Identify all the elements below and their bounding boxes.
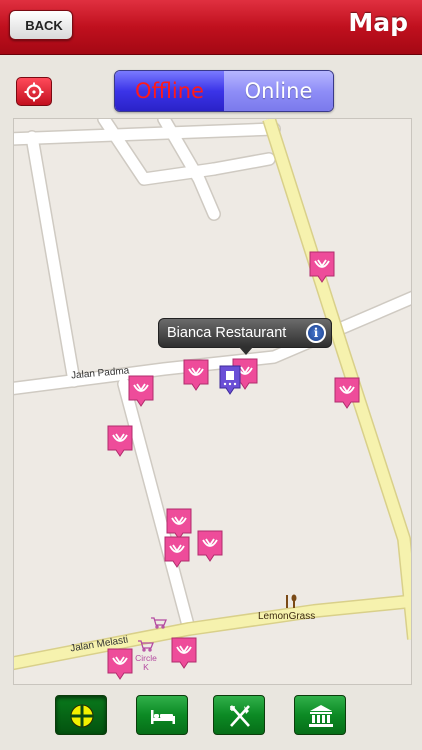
tab-hotels[interactable] (136, 695, 188, 735)
road-network (14, 119, 411, 680)
map-view[interactable]: Jalan Padma Jalan Melasti LemonGrass Cir… (13, 118, 412, 685)
restaurant-pin-icon[interactable] (107, 648, 133, 680)
crosshair-icon (70, 704, 94, 728)
offline-segment[interactable]: Offline (115, 71, 224, 111)
back-button[interactable]: BACK (9, 10, 73, 40)
top-header: BACK Map (0, 0, 422, 55)
online-segment[interactable]: Online (224, 71, 333, 111)
museum-icon (309, 705, 333, 727)
info-icon[interactable]: i (306, 323, 326, 343)
fork-knife-icon (230, 705, 250, 727)
locate-button[interactable] (16, 77, 52, 106)
poi-label-lemongrass: LemonGrass (258, 611, 316, 622)
tab-restaurants[interactable] (213, 695, 265, 735)
callout-title: Bianca Restaurant (167, 325, 287, 341)
restaurant-pin-icon[interactable] (171, 637, 197, 669)
tab-all-places[interactable] (55, 695, 107, 735)
restaurant-pin-icon[interactable] (183, 359, 209, 391)
page-title: Map (348, 8, 408, 37)
restaurant-pin-icon[interactable] (107, 425, 133, 457)
bottom-tab-bar (0, 685, 422, 750)
map-callout[interactable]: Bianca Restaurant i (158, 318, 332, 355)
restaurant-pin-icon[interactable] (197, 530, 223, 562)
poi-label-circle-k: Circle K (135, 653, 157, 672)
tab-attractions[interactable] (294, 695, 346, 735)
bed-icon (151, 710, 175, 724)
offline-online-toggle: Offline Online (114, 70, 334, 112)
target-icon (24, 82, 44, 102)
